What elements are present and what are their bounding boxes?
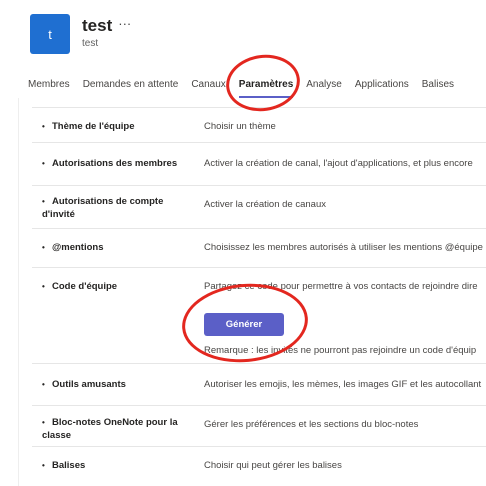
setting-description: Choisir qui peut gérer les balises: [204, 460, 342, 471]
team-header: t test ··· test: [30, 14, 131, 54]
settings-list: • Thème de l'équipe Choisir un thème • Aut…: [32, 107, 486, 483]
collapse-caret-icon: •: [42, 243, 45, 252]
tab-parametres[interactable]: Paramètres: [238, 79, 294, 98]
collapse-caret-icon: •: [42, 122, 45, 131]
team-name-row: test ···: [82, 16, 131, 36]
setting-title-text: Outils amusants: [52, 379, 126, 390]
setting-title-text: Thème de l'équipe: [52, 121, 135, 132]
setting-title-text: Bloc-notes OneNote pour la classe: [42, 417, 178, 441]
tab-applications[interactable]: Applications: [355, 79, 409, 98]
setting-title: • Outils amusants: [42, 378, 192, 391]
team-avatar[interactable]: t: [30, 14, 70, 54]
setting-description: Choisir un thème: [204, 121, 276, 132]
setting-title: • Autorisations des membres: [42, 157, 192, 170]
more-options-icon[interactable]: ···: [118, 16, 131, 31]
collapse-caret-icon: •: [42, 461, 45, 470]
team-text: test ··· test: [82, 16, 131, 50]
setting-row-guest-permissions[interactable]: • Autorisations de compte d'invité Active…: [32, 185, 486, 228]
setting-row-fun-stuff[interactable]: • Outils amusants Autoriser les emojis, l…: [32, 363, 486, 405]
setting-row-tags[interactable]: • Balises Choisir qui peut gérer les bali…: [32, 446, 486, 483]
setting-row-team-code[interactable]: • Code d'équipe Partagez ce code pour per…: [32, 267, 486, 363]
setting-row-member-permissions[interactable]: • Autorisations des membres Activer la cr…: [32, 142, 486, 185]
setting-title: • Thème de l'équipe: [42, 120, 192, 133]
setting-note: Remarque : les invités ne pourront pas r…: [204, 345, 477, 356]
setting-description: Activer la création de canal, l'ajout d'…: [204, 158, 473, 169]
setting-row-onenote[interactable]: • Bloc-notes OneNote pour la classe Gérer…: [32, 405, 486, 446]
left-divider: [18, 98, 19, 486]
setting-title-text: Balises: [52, 460, 86, 471]
collapse-caret-icon: •: [42, 282, 45, 291]
tab-balises[interactable]: Balises: [422, 79, 454, 98]
tab-demandes-en-attente[interactable]: Demandes en attente: [83, 79, 179, 98]
setting-title: • Autorisations de compte d'invité: [42, 195, 192, 221]
collapse-caret-icon: •: [42, 380, 45, 389]
collapse-caret-icon: •: [42, 197, 45, 206]
generate-code-button[interactable]: Générer: [204, 313, 284, 336]
tab-membres[interactable]: Membres: [28, 79, 70, 98]
setting-title-text: @mentions: [52, 242, 104, 253]
setting-title-text: Autorisations des membres: [52, 158, 178, 169]
setting-description: Activer la création de canaux: [204, 199, 326, 210]
setting-row-theme[interactable]: • Thème de l'équipe Choisir un thème: [32, 107, 486, 142]
setting-description: Autoriser les emojis, les mèmes, les ima…: [204, 379, 482, 390]
setting-title: • Balises: [42, 459, 192, 472]
setting-description: Choisissez les membres autorisés à utili…: [204, 242, 483, 253]
setting-title-text: Code d'équipe: [52, 281, 118, 292]
setting-description: Partagez ce code pour permettre à vos co…: [204, 281, 478, 292]
teams-settings-window: t test ··· test Membres Demandes en atte…: [0, 0, 486, 486]
collapse-caret-icon: •: [42, 418, 45, 427]
setting-description: Gérer les préférences et les sections du…: [204, 419, 419, 430]
collapse-caret-icon: •: [42, 159, 45, 168]
setting-title: • Bloc-notes OneNote pour la classe: [42, 416, 192, 442]
team-subtitle: test: [82, 38, 99, 49]
tab-analyse[interactable]: Analyse: [306, 79, 342, 98]
team-name: test: [82, 16, 113, 35]
setting-row-mentions[interactable]: • @mentions Choisissez les membres autori…: [32, 228, 486, 267]
tab-bar: Membres Demandes en attente Canaux Param…: [28, 79, 467, 98]
setting-title-text: Autorisations de compte d'invité: [42, 196, 164, 220]
tab-canaux[interactable]: Canaux: [191, 79, 225, 98]
setting-title: • @mentions: [42, 241, 192, 254]
setting-title: • Code d'équipe: [42, 280, 192, 293]
